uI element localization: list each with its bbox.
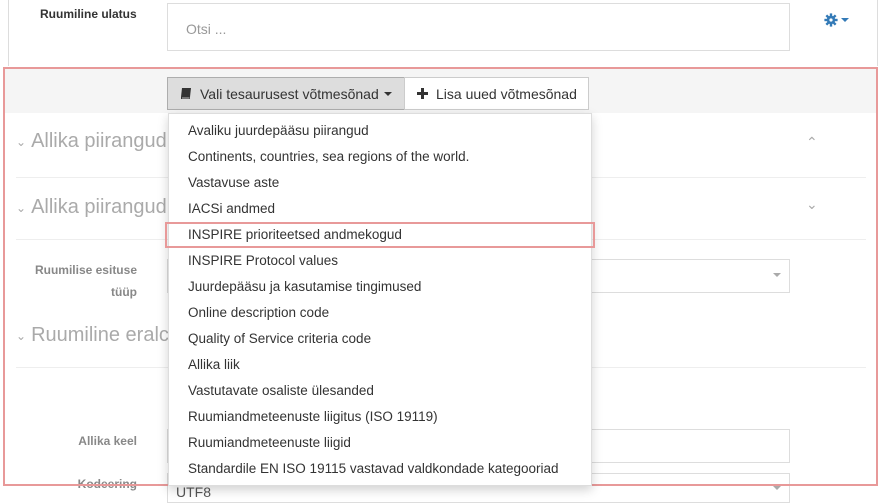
menu-item-highlighted[interactable]: INSPIRE prioriteetsed andmekogud (165, 222, 595, 248)
gear-icon (824, 13, 838, 27)
settings-button[interactable] (824, 11, 852, 29)
menu-item[interactable]: Vastutavate osaliste ülesanded (169, 378, 591, 404)
menu-item[interactable]: INSPIRE Protocol values (169, 248, 591, 274)
menu-item[interactable]: Ruumiandmeteenuste liigitus (ISO 19119) (169, 404, 591, 430)
menu-item[interactable]: Vastavuse aste (169, 170, 591, 196)
menu-item[interactable]: Quality of Service criteria code (169, 326, 591, 352)
menu-item[interactable]: Juurdepääsu ja kasutamise tingimused (169, 274, 591, 300)
menu-item[interactable]: Standardile EN ISO 19115 vastavad valdko… (169, 456, 591, 482)
menu-item[interactable]: Continents, countries, sea regions of th… (169, 144, 591, 170)
menu-item[interactable]: Online description code (169, 300, 591, 326)
caret-down-icon (841, 18, 849, 22)
menu-item[interactable]: Allika liik (169, 352, 591, 378)
search-placeholder: Otsi ... (186, 21, 227, 37)
thesaurus-dropdown-menu: Avaliku juurdepääsu piirangud Continents… (165, 113, 595, 486)
menu-item[interactable]: IACSi andmed (169, 196, 591, 222)
encoding-value: UTF8 (176, 484, 211, 500)
menu-item[interactable]: Avaliku juurdepääsu piirangud (169, 118, 591, 144)
extent-search-input[interactable]: Otsi ... (167, 3, 790, 51)
menu-item[interactable]: Ruumiandmeteenuste liigid (169, 430, 591, 456)
extent-label: Ruumiline ulatus (40, 7, 137, 21)
